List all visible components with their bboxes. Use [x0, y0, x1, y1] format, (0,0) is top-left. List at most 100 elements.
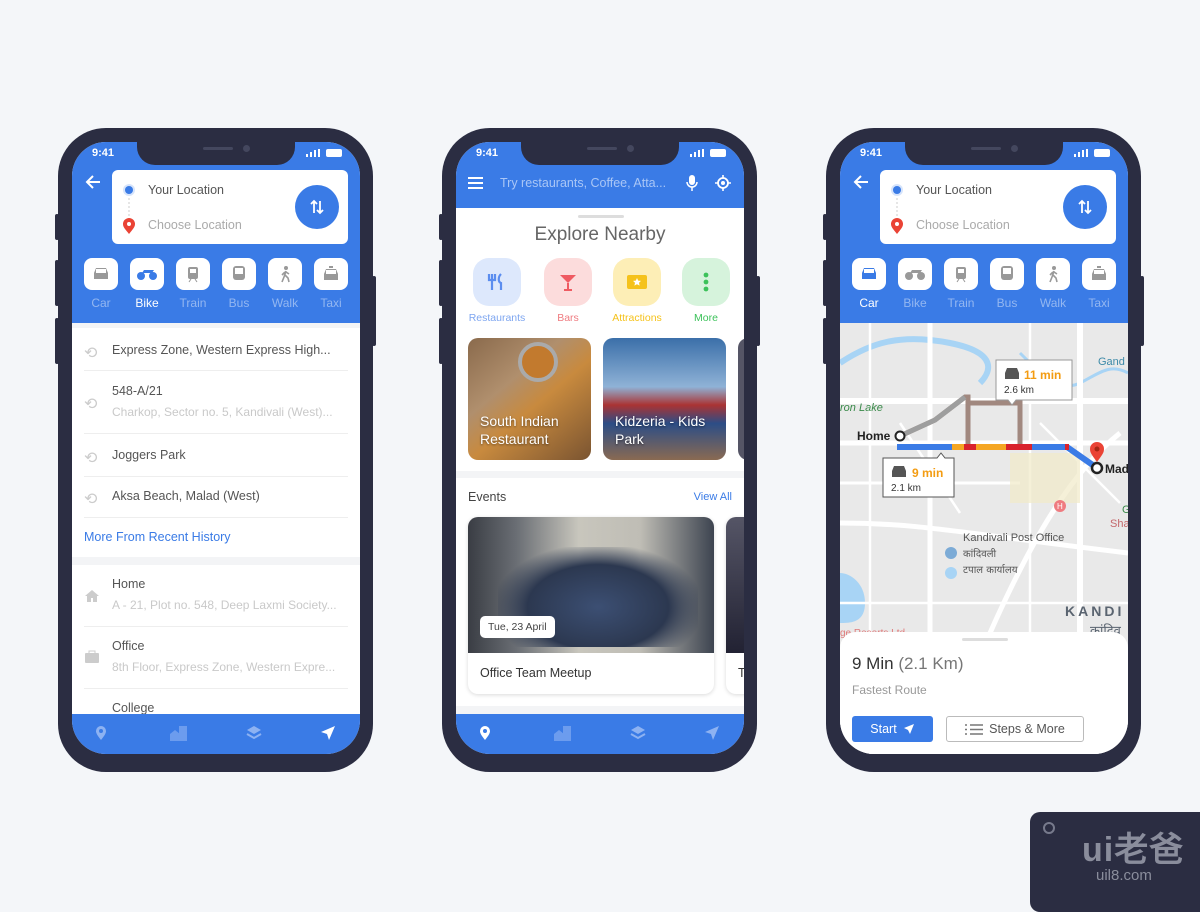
- event-card[interactable]: T: [726, 517, 744, 694]
- mode-bus-button[interactable]: [222, 258, 256, 290]
- view-all-events-link[interactable]: View All: [694, 491, 732, 503]
- sheet-handle[interactable]: [962, 638, 1008, 641]
- mode-taxi-button[interactable]: [314, 258, 348, 290]
- bus-icon: [1001, 266, 1013, 280]
- to-location-input[interactable]: Choose Location: [148, 218, 242, 232]
- hamburger-menu-icon[interactable]: [468, 177, 483, 189]
- mode-train-button[interactable]: [176, 258, 210, 290]
- mode-bike-button[interactable]: [130, 258, 164, 290]
- battery-icon: [1094, 149, 1110, 157]
- status-time: 9:41: [860, 147, 883, 159]
- car-icon: [94, 268, 108, 279]
- category-attractions-button[interactable]: [613, 258, 661, 306]
- car-icon: [892, 466, 906, 477]
- start-label: Start: [870, 722, 897, 736]
- mode-car-button[interactable]: [84, 258, 118, 290]
- directions-header: 9:41 Your Location Choose Location Car B…: [840, 142, 1128, 323]
- history-title: Joggers Park: [112, 448, 186, 462]
- saved-place-college[interactable]: College: [112, 701, 154, 715]
- route-input-card: Your Location Choose Location: [880, 170, 1116, 244]
- briefcase-icon: [85, 650, 99, 663]
- watermark-logo: ui老爸 uil8.com: [1030, 812, 1200, 912]
- map-label: H: [1057, 502, 1063, 511]
- walk-icon: [281, 266, 290, 283]
- bottom-nav: [456, 714, 744, 754]
- history-icon: ⟲: [84, 396, 98, 413]
- phone-route-map: Home Mad ron Lake Gand Kandivali Post Of…: [823, 128, 1144, 772]
- post-office-icon: [945, 547, 957, 559]
- from-location-input[interactable]: Your Location: [148, 183, 224, 197]
- nav-navigate-icon[interactable]: [320, 725, 336, 741]
- category-label: Attractions: [612, 312, 662, 324]
- search-header: 9:41 Try restaurants, Coffee, Atta...: [456, 142, 744, 208]
- place-card-south-indian[interactable]: South Indian Restaurant: [468, 338, 591, 460]
- event-card[interactable]: Tue, 23 April Office Team Meetup: [468, 517, 714, 694]
- alt-route-callout[interactable]: 11 min 2.6 km: [995, 359, 1073, 406]
- search-input[interactable]: Try restaurants, Coffee, Atta...: [500, 176, 666, 190]
- to-location-input[interactable]: Choose Location: [916, 218, 1010, 232]
- mode-bike-button[interactable]: [898, 258, 932, 290]
- route-dots-icon: [123, 184, 135, 234]
- history-icon: ⟲: [84, 345, 98, 362]
- mode-train-button[interactable]: [944, 258, 978, 290]
- navigate-icon: [903, 724, 914, 734]
- swap-locations-button[interactable]: [1063, 185, 1107, 229]
- category-label: Restaurants: [468, 312, 526, 324]
- fast-route-callout[interactable]: 9 min 2.1 km: [882, 452, 955, 498]
- category-bars-button[interactable]: [544, 258, 592, 306]
- phone-directions-history: 9:41 Your Location Choose Location Car B…: [55, 128, 376, 772]
- mode-label: Bus: [228, 296, 250, 310]
- mode-bus-button[interactable]: [990, 258, 1024, 290]
- microphone-icon[interactable]: [686, 174, 698, 192]
- taxi-icon: [1092, 266, 1106, 280]
- nav-buildings-icon[interactable]: [169, 725, 188, 742]
- fast-route-time: 9 min: [912, 466, 943, 480]
- place-title: South Indian Restaurant: [480, 413, 559, 447]
- battery-icon: [326, 149, 342, 157]
- nav-layers-icon[interactable]: [630, 725, 646, 741]
- cocktail-icon: [560, 275, 576, 291]
- fast-route-distance: 2.1 km: [891, 483, 921, 494]
- nav-navigate-icon[interactable]: [704, 725, 720, 741]
- steps-and-more-button[interactable]: Steps & More: [946, 716, 1084, 742]
- mode-label: Train: [947, 296, 975, 310]
- bus-icon: [233, 266, 245, 280]
- swap-icon: [1078, 199, 1092, 215]
- events-title: Events: [468, 490, 507, 504]
- place-card-next[interactable]: [738, 338, 744, 460]
- mode-walk-button[interactable]: [1036, 258, 1070, 290]
- nav-buildings-icon[interactable]: [553, 725, 572, 742]
- map-label: टपाल कार्यालय: [963, 564, 1018, 576]
- my-location-icon[interactable]: [715, 175, 731, 191]
- map-label-post-office: Kandivali Post Office: [963, 532, 1064, 544]
- more-history-link[interactable]: More From Recent History: [84, 530, 231, 544]
- nav-layers-icon[interactable]: [246, 725, 262, 741]
- logo-text: ui老爸: [1082, 831, 1185, 869]
- mode-taxi-button[interactable]: [1082, 258, 1116, 290]
- summary-distance: (2.1 Km): [898, 654, 964, 673]
- mode-label: Train: [179, 296, 207, 310]
- sheet-handle[interactable]: [578, 215, 624, 218]
- swap-icon: [310, 199, 324, 215]
- nav-location-pin-icon[interactable]: [95, 725, 107, 741]
- mode-walk-button[interactable]: [268, 258, 302, 290]
- from-location-input[interactable]: Your Location: [916, 183, 992, 197]
- swap-locations-button[interactable]: [295, 185, 339, 229]
- battery-icon: [710, 149, 726, 157]
- category-restaurants-button[interactable]: [473, 258, 521, 306]
- back-arrow-icon[interactable]: [852, 174, 870, 190]
- alt-route-time: 11 min: [1024, 368, 1061, 382]
- mode-label: Car: [91, 296, 111, 310]
- nav-location-pin-icon[interactable]: [479, 725, 491, 741]
- place-card-kidzeria[interactable]: Kidzeria - Kids Park: [603, 338, 726, 460]
- mode-car-button[interactable]: [852, 258, 886, 290]
- event-title: Office Team Meetup: [480, 666, 592, 680]
- map-label: कांदिवली: [963, 548, 997, 560]
- destination-marker: [1090, 461, 1104, 475]
- map-label-destination: Mad: [1105, 462, 1128, 476]
- back-arrow-icon[interactable]: [84, 174, 102, 190]
- category-more-button[interactable]: [682, 258, 730, 306]
- start-navigation-button[interactable]: Start: [852, 716, 933, 742]
- signal-icon: [1074, 149, 1088, 157]
- ticket-icon: [627, 275, 647, 289]
